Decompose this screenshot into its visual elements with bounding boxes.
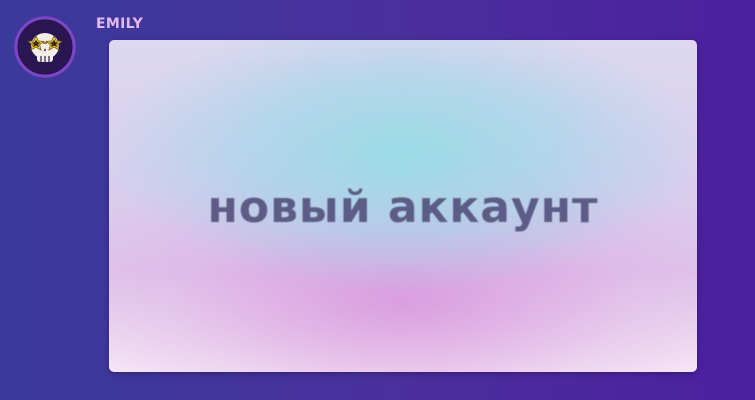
- skull-star-glasses-icon: [14, 16, 76, 78]
- username[interactable]: EMILY: [96, 16, 143, 32]
- avatar[interactable]: [14, 16, 76, 78]
- card-text: новый аккаунт: [207, 182, 599, 233]
- message-card[interactable]: новый аккаунт: [109, 40, 697, 372]
